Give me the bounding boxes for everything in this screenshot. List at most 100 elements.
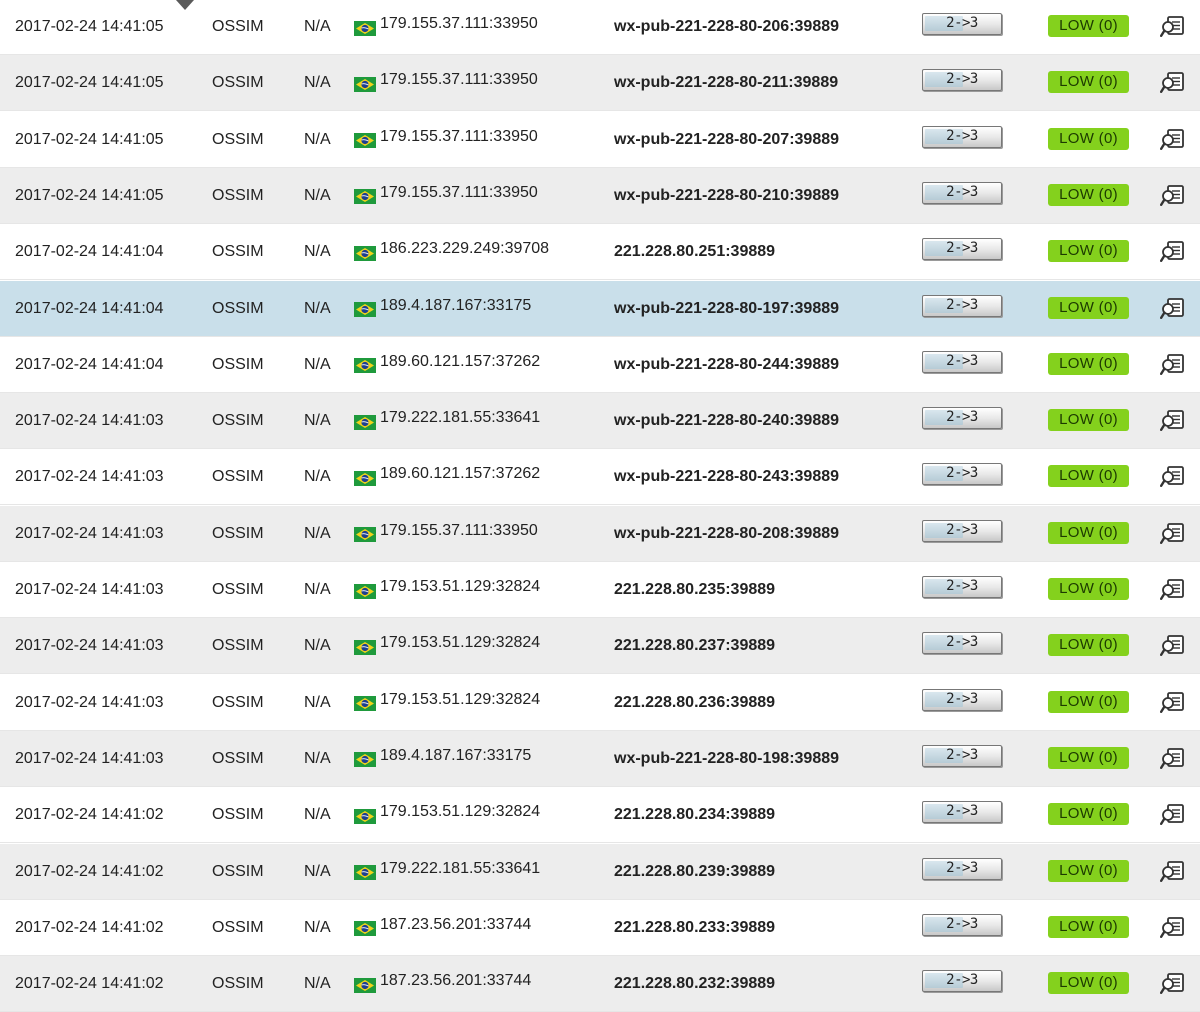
asset-value-button[interactable]: 2->3 [922,632,1002,656]
table-row[interactable]: 2017-02-24 14:41:05 OSSIM N/A 179.155.37… [0,167,1200,224]
asset-value-button[interactable]: 2->3 [922,294,1002,319]
source-ip: 179.153.51.129:32824 [380,578,541,595]
event-detail-button[interactable] [1160,972,1186,996]
asset-value-button[interactable]: 2->3 [922,970,1002,994]
asset-value-label: 2->3 [946,578,978,594]
event-detail-button[interactable] [1160,297,1186,321]
risk-badge: LOW (0) [1048,409,1129,432]
event-detail-button[interactable] [1160,240,1186,264]
event-source[interactable]: 179.222.181.55:33641 [354,393,540,449]
event-detail-button[interactable] [1160,747,1186,771]
asset-value-button[interactable]: 2->3 [922,407,1002,431]
event-source[interactable]: 186.223.229.249:39708 [354,224,549,280]
table-row[interactable]: 2017-02-24 14:41:02 OSSIM N/A 187.23.56.… [0,956,1200,1012]
asset-value-button[interactable]: 2->3 [922,744,1002,769]
event-source[interactable]: 179.153.51.129:32824 [354,562,540,618]
asset-value-button[interactable]: 2->3 [922,857,1002,882]
event-source[interactable]: 179.222.181.55:33641 [354,844,540,900]
event-detail-button[interactable] [1160,15,1186,39]
table-row[interactable]: 2017-02-24 14:41:03 OSSIM N/A 179.153.51… [0,562,1200,618]
event-detail-button[interactable] [1160,128,1186,152]
table-row[interactable]: 2017-02-24 14:41:03 OSSIM N/A 179.153.51… [0,618,1200,675]
event-detail-button[interactable] [1160,522,1186,546]
asset-value-button[interactable]: 2->3 [922,913,1002,938]
event-detail-button[interactable] [1160,353,1186,377]
table-row[interactable]: 2017-02-24 14:41:03 OSSIM N/A 179.153.51… [0,674,1200,731]
event-destination[interactable]: 221.228.80.239:39889 [614,844,775,900]
event-destination[interactable]: wx-pub-221-228-80-208:39889 [614,506,839,562]
asset-value-button[interactable]: 2->3 [922,238,1002,262]
table-row[interactable]: 2017-02-24 14:41:04 OSSIM N/A 186.223.22… [0,224,1200,281]
event-detail-button[interactable] [1160,409,1186,433]
event-source[interactable]: 189.60.121.157:37262 [354,449,540,505]
caret-down-icon[interactable] [176,0,194,10]
event-destination[interactable]: 221.228.80.232:39889 [614,956,775,1012]
event-source[interactable]: 179.155.37.111:33950 [354,506,538,562]
event-destination[interactable]: wx-pub-221-228-80-207:39889 [614,112,839,168]
event-destination[interactable]: wx-pub-221-228-80-244:39889 [614,337,839,393]
event-source[interactable]: 189.60.121.157:37262 [354,337,540,393]
table-row[interactable]: 2017-02-24 14:41:04 OSSIM N/A 189.60.121… [0,336,1200,393]
event-source[interactable]: 179.153.51.129:32824 [354,675,540,731]
event-destination[interactable]: wx-pub-221-228-80-210:39889 [614,168,839,224]
event-detail-button[interactable] [1160,803,1186,827]
event-destination[interactable]: 221.228.80.234:39889 [614,787,775,843]
event-destination[interactable]: wx-pub-221-228-80-198:39889 [614,731,839,787]
asset-value-button[interactable]: 2->3 [922,519,1002,544]
risk-label: LOW (0) [1048,803,1129,826]
asset-value-label: 2->3 [946,690,978,707]
asset-value-button[interactable]: 2->3 [922,181,1002,206]
asset-value-button[interactable]: 2->3 [922,801,1002,825]
asset-value-button[interactable]: 2->3 [922,125,1002,150]
event-detail-button[interactable] [1160,184,1186,208]
asset-value-button[interactable]: 2->3 [922,463,1002,487]
table-row[interactable]: 2017-02-24 14:41:03 OSSIM N/A 189.4.187.… [0,730,1200,787]
event-source[interactable]: 179.153.51.129:32824 [354,618,540,674]
event-destination[interactable]: wx-pub-221-228-80-240:39889 [614,393,839,449]
event-destination[interactable]: 221.228.80.233:39889 [614,900,775,956]
asset-value-button[interactable]: 2->3 [922,69,1002,93]
event-destination[interactable]: wx-pub-221-228-80-206:39889 [614,0,839,55]
asset-value-button[interactable]: 2->3 [922,576,1002,600]
event-source[interactable]: 189.4.187.167:33175 [354,731,531,787]
risk-badge: LOW (0) [1048,578,1129,600]
asset-value-button[interactable]: 2->3 [922,688,1002,713]
event-destination[interactable]: 221.228.80.237:39889 [614,618,775,674]
event-source[interactable]: 179.155.37.111:33950 [354,112,538,168]
event-detail-button[interactable] [1160,860,1186,884]
asset-value-button[interactable]: 2->3 [922,350,1002,375]
event-destination[interactable]: wx-pub-221-228-80-211:39889 [614,55,838,111]
event-source[interactable]: 187.23.56.201:33744 [354,900,531,956]
event-destination[interactable]: 221.228.80.236:39889 [614,675,775,731]
table-row[interactable]: 2017-02-24 14:41:03 OSSIM N/A 179.155.37… [0,505,1200,562]
table-row[interactable]: 2017-02-24 14:41:05 OSSIM N/A 179.155.37… [0,55,1200,112]
event-detail-button[interactable] [1160,634,1186,658]
risk-label: LOW (0) [1048,296,1129,319]
event-source[interactable]: 179.155.37.111:33950 [354,0,538,55]
event-detail-button[interactable] [1160,916,1186,940]
risk-label: LOW (0) [1048,859,1129,882]
event-source[interactable]: 179.153.51.129:32824 [354,787,540,843]
event-source[interactable]: 179.155.37.111:33950 [354,55,538,111]
event-destination[interactable]: 221.228.80.235:39889 [614,562,775,618]
event-detail-button[interactable] [1160,71,1186,95]
event-detail-button[interactable] [1160,691,1186,715]
event-destination[interactable]: 221.228.80.251:39889 [614,224,775,280]
event-source[interactable]: 187.23.56.201:33744 [354,956,531,1012]
table-row[interactable]: 2017-02-24 14:41:03 OSSIM N/A 189.60.121… [0,449,1200,506]
table-row[interactable]: 2017-02-24 14:41:03 OSSIM N/A 179.222.18… [0,393,1200,450]
event-source[interactable]: 179.155.37.111:33950 [354,168,538,224]
event-detail-button[interactable] [1160,578,1186,602]
asset-value-button[interactable]: 2->3 [922,13,1002,37]
risk-badge: LOW (0) [1048,183,1129,206]
event-detail-button[interactable] [1160,465,1186,489]
table-row[interactable]: 2017-02-24 14:41:02 OSSIM N/A 179.153.51… [0,787,1200,844]
table-row[interactable]: 2017-02-24 14:41:04 OSSIM N/A 189.4.187.… [0,280,1200,337]
table-row[interactable]: 2017-02-24 14:41:02 OSSIM N/A 179.222.18… [0,843,1200,900]
event-destination[interactable]: wx-pub-221-228-80-197:39889 [614,281,839,337]
table-row[interactable]: 2017-02-24 14:41:05 OSSIM N/A 179.155.37… [0,111,1200,168]
event-source[interactable]: 189.4.187.167:33175 [354,281,531,337]
event-destination[interactable]: wx-pub-221-228-80-243:39889 [614,449,839,505]
event-detail-icon [1160,72,1184,94]
table-row[interactable]: 2017-02-24 14:41:02 OSSIM N/A 187.23.56.… [0,899,1200,956]
